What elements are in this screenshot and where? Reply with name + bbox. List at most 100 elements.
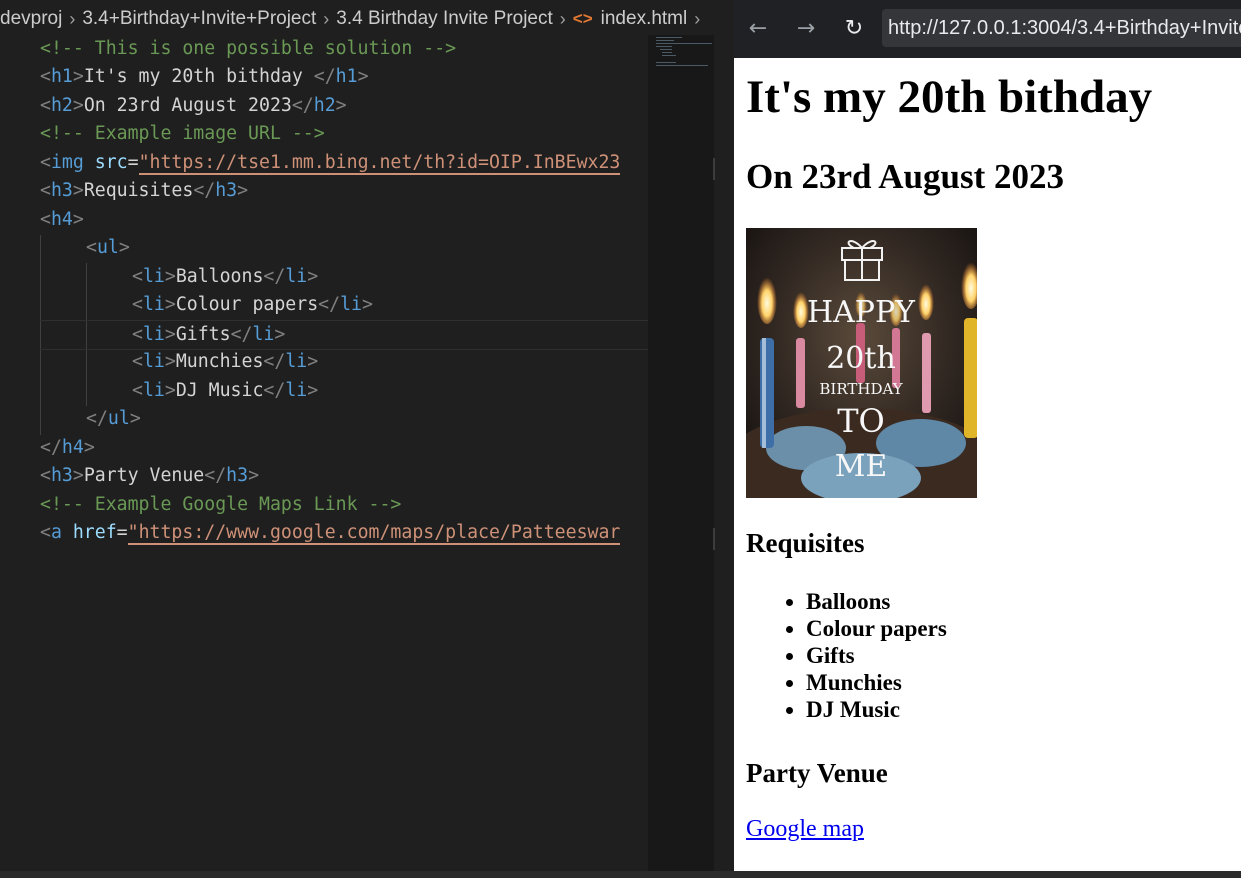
image-text-happy: HAPPY xyxy=(807,295,916,330)
image-text-birthday: BIRTHDAY xyxy=(819,380,903,398)
code-line[interactable]: <h1>It's my 20th bithday </h1> xyxy=(40,63,369,91)
address-bar[interactable]: http://127.0.0.1:3004/3.4+Birthday+Invit… xyxy=(882,9,1241,47)
link-url[interactable]: "https://www.google.com/maps/place/Patte… xyxy=(127,522,621,545)
angle-bracket: </ xyxy=(263,380,286,401)
party-venue-heading: Party Venue xyxy=(746,758,888,788)
angle-bracket: < xyxy=(40,152,51,173)
tag-name: h1 xyxy=(50,66,73,87)
list-item: DJ Music xyxy=(806,696,947,723)
angle-bracket: > xyxy=(248,465,260,486)
code-area[interactable]: <!-- This is one possible solution --> <… xyxy=(0,35,648,575)
angle-bracket: > xyxy=(361,294,373,315)
tag-name: li xyxy=(340,294,362,315)
attribute-name: href xyxy=(72,522,117,543)
code-line[interactable]: <img src="https://tse1.mm.bing.net/th?id… xyxy=(40,149,621,177)
tag-name: li xyxy=(142,294,165,315)
scroll-marker xyxy=(713,158,715,180)
code-text: Balloons xyxy=(175,266,264,287)
tag-name: h2 xyxy=(313,95,336,116)
image-text-to: TO xyxy=(837,402,885,440)
tag-name: li xyxy=(285,266,308,287)
angle-bracket: > xyxy=(307,351,319,372)
browser-toolbar: ← → ↻ http://127.0.0.1:3004/3.4+Birthday… xyxy=(734,0,1241,58)
angle-bracket: </ xyxy=(263,266,286,287)
angle-bracket: < xyxy=(40,522,51,543)
tag-name: h3 xyxy=(226,465,249,486)
angle-bracket: > xyxy=(164,351,176,372)
equals-sign: = xyxy=(116,522,128,543)
code-line[interactable]: <li>DJ Music</li> xyxy=(132,377,318,405)
minimap-line xyxy=(656,37,682,38)
angle-bracket: < xyxy=(86,237,97,258)
tag-name: ul xyxy=(96,237,119,258)
html-comment: <!-- Example Google Maps Link --> xyxy=(40,494,402,515)
angle-bracket: > xyxy=(129,408,141,429)
google-map-link[interactable]: Google map xyxy=(746,816,864,843)
code-line[interactable]: <h4> xyxy=(40,206,84,234)
angle-bracket: > xyxy=(335,95,347,116)
angle-bracket: </ xyxy=(204,465,227,486)
code-line[interactable]: <!-- Example Google Maps Link --> xyxy=(40,491,401,519)
code-text: Party Venue xyxy=(83,465,205,486)
minimap-line xyxy=(656,40,674,41)
tag-name: li xyxy=(142,324,165,345)
code-editor[interactable]: devproj › 3.4+Birthday+Invite+Project › 3.4 … xyxy=(0,0,734,878)
code-line[interactable]: <li>Balloons</li> xyxy=(132,263,318,291)
code-line[interactable]: <li>Colour papers</li> xyxy=(132,291,373,319)
minimap-line xyxy=(662,52,672,53)
browser-preview: ← → ↻ http://127.0.0.1:3004/3.4+Birthday… xyxy=(734,0,1241,878)
breadcrumb-item-project[interactable]: 3.4 Birthday Invite Project xyxy=(336,8,553,29)
code-line[interactable]: <ul> xyxy=(86,234,130,262)
angle-bracket: > xyxy=(237,180,249,201)
angle-bracket: < xyxy=(40,66,51,87)
code-line[interactable]: <h3>Requisites</h3> xyxy=(40,177,248,205)
code-text: Gifts xyxy=(175,324,231,345)
reload-icon[interactable]: ↻ xyxy=(839,14,869,44)
code-line-active[interactable]: <li>Gifts</li> xyxy=(40,320,648,350)
tag-name: h1 xyxy=(335,66,358,87)
angle-bracket: </ xyxy=(86,408,108,429)
minimap[interactable] xyxy=(648,35,714,878)
list-item: Munchies xyxy=(806,669,947,696)
angle-bracket: > xyxy=(164,380,176,401)
breadcrumb-item-devproj[interactable]: devproj xyxy=(0,8,62,29)
list-item: Balloons xyxy=(806,588,947,615)
code-line[interactable]: <h3>Party Venue</h3> xyxy=(40,462,259,490)
editor-scrollbar[interactable] xyxy=(714,35,734,878)
tag-name: li xyxy=(285,351,308,372)
code-line[interactable]: </ul> xyxy=(86,405,141,433)
breadcrumb-item-project-folder[interactable]: 3.4+Birthday+Invite+Project xyxy=(82,8,316,29)
angle-bracket: </ xyxy=(230,324,253,345)
tag-name: h3 xyxy=(215,180,238,201)
code-line[interactable]: <li>Munchies</li> xyxy=(132,348,318,376)
code-line[interactable]: <!-- This is one possible solution --> xyxy=(40,35,456,63)
angle-bracket: > xyxy=(307,266,319,287)
link-url[interactable]: "https://tse1.mm.bing.net/th?id=OIP.InBE… xyxy=(138,152,621,175)
breadcrumb-item-file[interactable]: index.html xyxy=(601,8,688,29)
code-line[interactable]: <h2>On 23rd August 2023</h2> xyxy=(40,92,347,120)
tag-name: h4 xyxy=(50,209,73,230)
minimap-line xyxy=(656,46,672,47)
angle-bracket: > xyxy=(274,324,286,345)
forward-arrow-icon[interactable]: → xyxy=(791,14,821,44)
breadcrumb-separator-icon: › xyxy=(559,9,566,29)
back-arrow-icon[interactable]: ← xyxy=(743,14,773,44)
angle-bracket: </ xyxy=(263,351,286,372)
minimap-line xyxy=(656,43,712,44)
angle-bracket: </ xyxy=(40,437,62,458)
code-line[interactable]: </h4> xyxy=(40,434,95,462)
code-line[interactable]: <a href="https://www.google.com/maps/pla… xyxy=(40,519,621,547)
tag-name: a xyxy=(50,522,62,543)
code-line[interactable]: <!-- Example image URL --> xyxy=(40,120,325,148)
birthday-image: HAPPY 20th BIRTHDAY TO ME xyxy=(746,228,977,498)
angle-bracket: > xyxy=(164,324,176,345)
code-text: Munchies xyxy=(175,351,264,372)
tag-name: li xyxy=(142,351,165,372)
image-text-me: ME xyxy=(835,449,888,484)
tag-name: h4 xyxy=(61,437,84,458)
tag-name: ul xyxy=(107,408,130,429)
angle-bracket: < xyxy=(132,266,143,287)
angle-bracket: </ xyxy=(291,95,314,116)
requisites-heading: Requisites xyxy=(746,528,865,558)
tag-name: li xyxy=(252,324,275,345)
